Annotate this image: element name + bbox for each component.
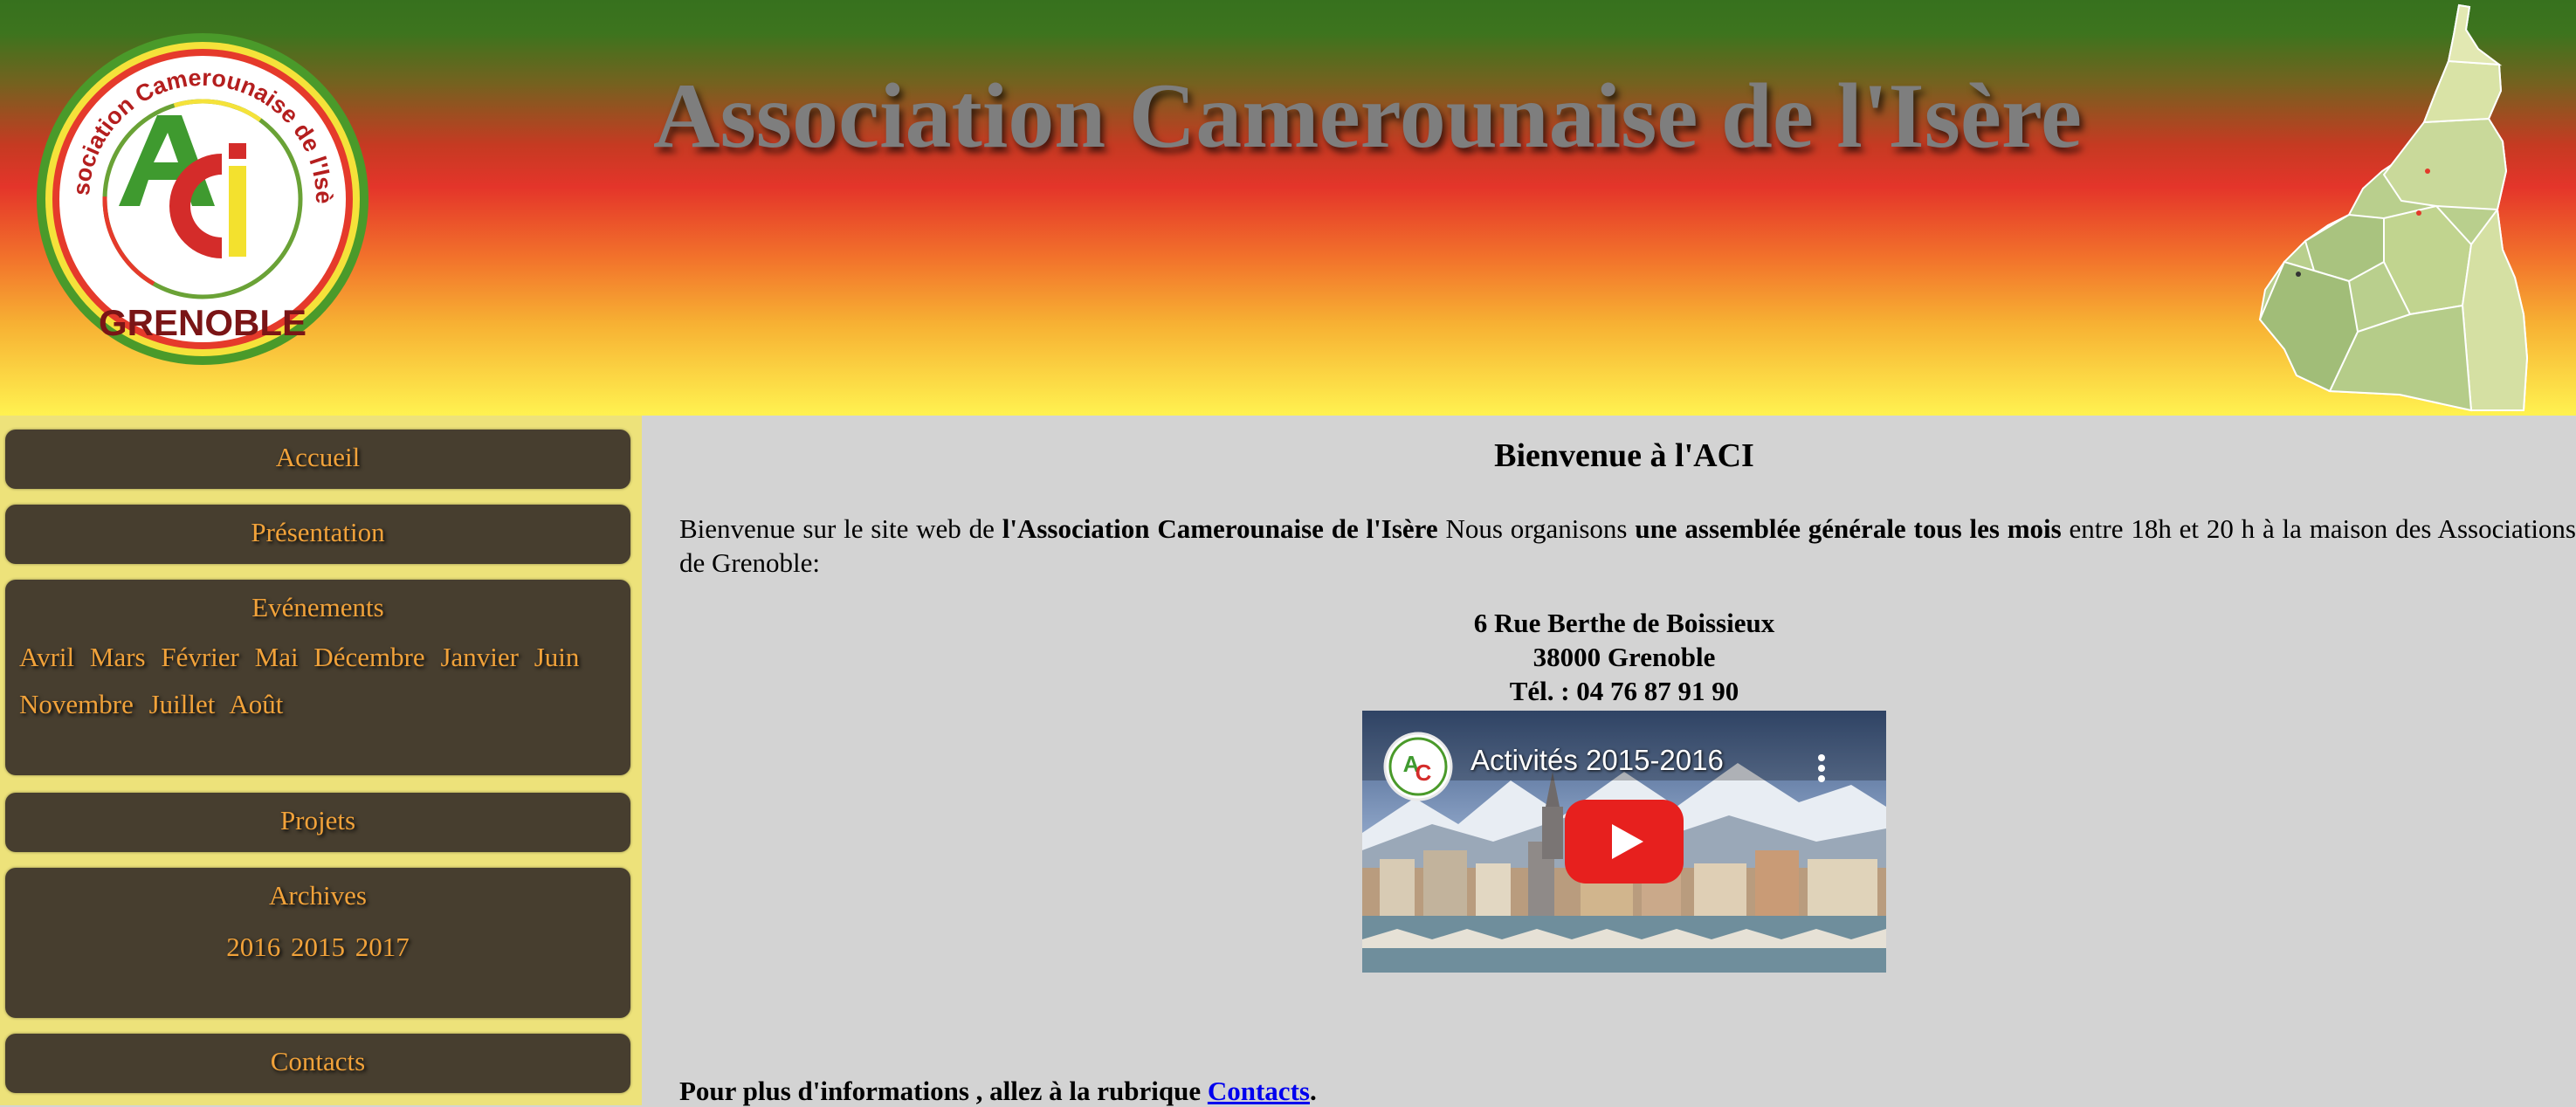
menu-contacts[interactable]: Contacts xyxy=(5,1034,630,1093)
address-city: 38000 Grenoble xyxy=(1533,642,1716,672)
menu-presentation-label[interactable]: Présentation xyxy=(5,505,630,550)
event-month-link[interactable]: Novembre xyxy=(19,689,134,719)
menu-presentation[interactable]: Présentation xyxy=(5,505,630,564)
event-month-link[interactable]: Mai xyxy=(255,642,299,672)
event-month-link[interactable]: Juillet xyxy=(149,689,216,719)
menu-projets[interactable]: Projets xyxy=(5,793,630,852)
youtube-video-embed[interactable]: A C Activités 2015-2016 xyxy=(1362,711,1886,973)
svg-text:C: C xyxy=(1415,760,1432,786)
event-month-link[interactable]: Janvier xyxy=(440,642,519,672)
video-title[interactable]: Activités 2015-2016 xyxy=(1471,744,1724,777)
main-content: Bienvenue à l'ACI Bienvenue sur le site … xyxy=(642,416,2576,1107)
event-month-link[interactable]: Avril xyxy=(19,642,74,672)
archive-year-link[interactable]: 2017 xyxy=(355,932,410,962)
more-info-line: Pour plus d'informations , allez à la ru… xyxy=(679,1076,1317,1107)
logo-city: GRENOBLE xyxy=(99,302,307,343)
event-month-link[interactable]: Août xyxy=(229,689,283,719)
address-street: 6 Rue Berthe de Boissieux xyxy=(1473,608,1775,638)
intro-text: Nous organisons xyxy=(1437,513,1636,544)
menu-evenements: Evénements Avril Mars Février Mai Décemb… xyxy=(5,580,630,775)
cameroon-map-icon xyxy=(2258,3,2529,412)
intro-paragraph: Bienvenue sur le site web de l'Associati… xyxy=(679,512,2576,580)
aci-logo[interactable]: Association Camerounaise de l'Isère GREN… xyxy=(35,31,370,367)
intro-meeting: une assemblée générale tous les mois xyxy=(1635,513,2062,544)
archive-year-link[interactable]: 2015 xyxy=(291,932,345,962)
play-icon[interactable] xyxy=(1565,800,1684,884)
menu-archives-label[interactable]: Archives xyxy=(5,868,630,913)
address-phone: Tél. : 04 76 87 91 90 xyxy=(1509,676,1739,706)
site-header: Association Camerounaise de l'Isère GREN… xyxy=(0,0,2576,416)
site-title: Association Camerounaise de l'Isère xyxy=(653,65,2083,167)
menu-archives: Archives 2016 2015 2017 xyxy=(5,868,630,1018)
events-month-list: Avril Mars Février Mai Décembre Janvier … xyxy=(5,634,630,728)
welcome-heading: Bienvenue à l'ACI xyxy=(1494,437,1754,474)
archive-year-link[interactable]: 2016 xyxy=(226,932,280,962)
menu-projets-label[interactable]: Projets xyxy=(5,793,630,838)
more-info-end: . xyxy=(1309,1076,1317,1106)
more-options-icon[interactable] xyxy=(1818,754,1825,782)
intro-org-name: l'Association Camerounaise de l'Isère xyxy=(1002,513,1438,544)
channel-avatar[interactable]: A C xyxy=(1383,732,1453,801)
sidebar: Accueil Présentation Evénements Avril Ma… xyxy=(0,416,642,1105)
menu-contacts-label[interactable]: Contacts xyxy=(5,1034,630,1079)
address-block: 6 Rue Berthe de Boissieux 38000 Grenoble… xyxy=(642,606,2576,708)
menu-accueil[interactable]: Accueil xyxy=(5,430,630,489)
more-info-text: Pour plus d'informations , allez à la ru… xyxy=(679,1076,1208,1106)
event-month-link[interactable]: Juin xyxy=(534,642,580,672)
menu-accueil-label[interactable]: Accueil xyxy=(5,430,630,475)
menu-evenements-label[interactable]: Evénements xyxy=(5,580,630,625)
event-month-link[interactable]: Février xyxy=(161,642,239,672)
contacts-link[interactable]: Contacts xyxy=(1208,1076,1310,1106)
archives-year-list: 2016 2015 2017 xyxy=(5,924,630,971)
intro-text: Bienvenue sur le site web de xyxy=(679,513,1002,544)
event-month-link[interactable]: Mars xyxy=(90,642,146,672)
event-month-link[interactable]: Décembre xyxy=(313,642,424,672)
